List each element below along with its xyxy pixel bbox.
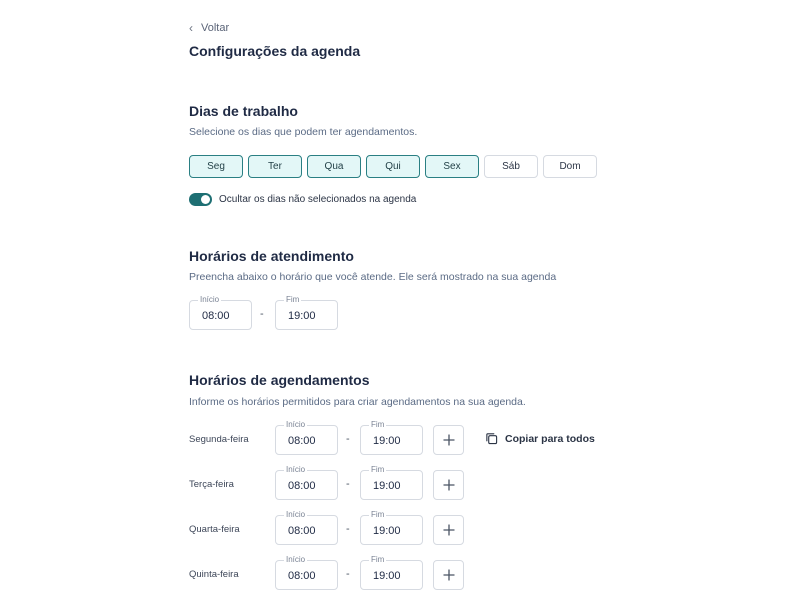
field-label: Fim	[284, 295, 302, 305]
weekday-selector: Seg Ter Qua Qui Sex Sáb Dom	[189, 155, 597, 178]
range-separator: -	[346, 568, 350, 580]
day-toggle-dom[interactable]: Dom	[543, 155, 597, 178]
back-label: Voltar	[201, 22, 230, 34]
field-value: 19:00	[373, 570, 401, 582]
row-day-label: Quinta-feira	[189, 569, 239, 580]
booking-end-field[interactable]: Fim 19:00	[360, 510, 423, 545]
field-value: 19:00	[373, 525, 401, 537]
service-hours-title: Horários de atendimento	[189, 248, 354, 264]
booking-start-field[interactable]: Início 08:00	[275, 465, 338, 500]
day-toggle-ter[interactable]: Ter	[248, 155, 302, 178]
add-interval-button[interactable]	[433, 515, 464, 545]
service-end-field[interactable]: Fim 19:00	[275, 295, 338, 330]
field-label: Início	[284, 510, 308, 520]
day-toggle-qui[interactable]: Qui	[366, 155, 420, 178]
hide-days-toggle[interactable]	[189, 193, 212, 206]
plus-icon	[442, 569, 455, 581]
booking-end-field[interactable]: Fim 19:00	[360, 555, 423, 590]
day-toggle-qua[interactable]: Qua	[307, 155, 361, 178]
copy-to-all-button[interactable]: Copiar para todos	[485, 432, 595, 445]
field-label: Início	[284, 555, 308, 565]
field-label: Fim	[369, 555, 387, 565]
plus-icon	[442, 434, 455, 446]
toggle-knob	[201, 195, 210, 204]
booking-start-field[interactable]: Início 08:00	[275, 420, 338, 455]
day-toggle-sex[interactable]: Sex	[425, 155, 479, 178]
field-value: 08:00	[288, 435, 316, 447]
hide-days-toggle-label: Ocultar os dias não selecionados na agen…	[219, 194, 417, 205]
field-value: 19:00	[373, 480, 401, 492]
range-separator: -	[346, 433, 350, 445]
service-hours-subtitle: Preencha abaixo o horário que você atend…	[189, 271, 557, 283]
field-value: 08:00	[202, 310, 230, 322]
booking-end-field[interactable]: Fim 19:00	[360, 420, 423, 455]
work-days-title: Dias de trabalho	[189, 103, 298, 119]
copy-to-all-label: Copiar para todos	[505, 432, 595, 445]
field-label: Fim	[369, 510, 387, 520]
chevron-left-icon: ‹	[189, 21, 193, 35]
field-value: 08:00	[288, 480, 316, 492]
field-value: 19:00	[373, 435, 401, 447]
field-label: Início	[198, 295, 222, 305]
row-day-label: Terça-feira	[189, 479, 234, 490]
add-interval-button[interactable]	[433, 470, 464, 500]
field-value: 19:00	[288, 310, 316, 322]
field-label: Início	[284, 465, 308, 475]
booking-start-field[interactable]: Início 08:00	[275, 555, 338, 590]
service-start-field[interactable]: Início 08:00	[189, 295, 252, 330]
back-link[interactable]: ‹ Voltar	[189, 22, 229, 34]
day-toggle-seg[interactable]: Seg	[189, 155, 243, 178]
day-toggle-sab[interactable]: Sáb	[484, 155, 538, 178]
add-interval-button[interactable]	[433, 560, 464, 590]
booking-hours-subtitle: Informe os horários permitidos para cria…	[189, 396, 526, 408]
range-separator: -	[260, 308, 264, 320]
work-days-subtitle: Selecione os dias que podem ter agendame…	[189, 126, 418, 138]
booking-end-field[interactable]: Fim 19:00	[360, 465, 423, 500]
field-value: 08:00	[288, 525, 316, 537]
copy-icon	[486, 433, 498, 445]
row-day-label: Segunda-feira	[189, 434, 249, 445]
page-title: Configurações da agenda	[189, 43, 361, 59]
plus-icon	[442, 524, 455, 536]
hide-days-toggle-row: Ocultar os dias não selecionados na agen…	[189, 193, 416, 206]
booking-start-field[interactable]: Início 08:00	[275, 510, 338, 545]
field-value: 08:00	[288, 570, 316, 582]
range-separator: -	[346, 523, 350, 535]
add-interval-button[interactable]	[433, 425, 464, 455]
field-label: Fim	[369, 465, 387, 475]
booking-hours-title: Horários de agendamentos	[189, 372, 370, 388]
field-label: Fim	[369, 420, 387, 430]
row-day-label: Quarta-feira	[189, 524, 240, 535]
field-label: Início	[284, 420, 308, 430]
range-separator: -	[346, 478, 350, 490]
plus-icon	[442, 479, 455, 491]
